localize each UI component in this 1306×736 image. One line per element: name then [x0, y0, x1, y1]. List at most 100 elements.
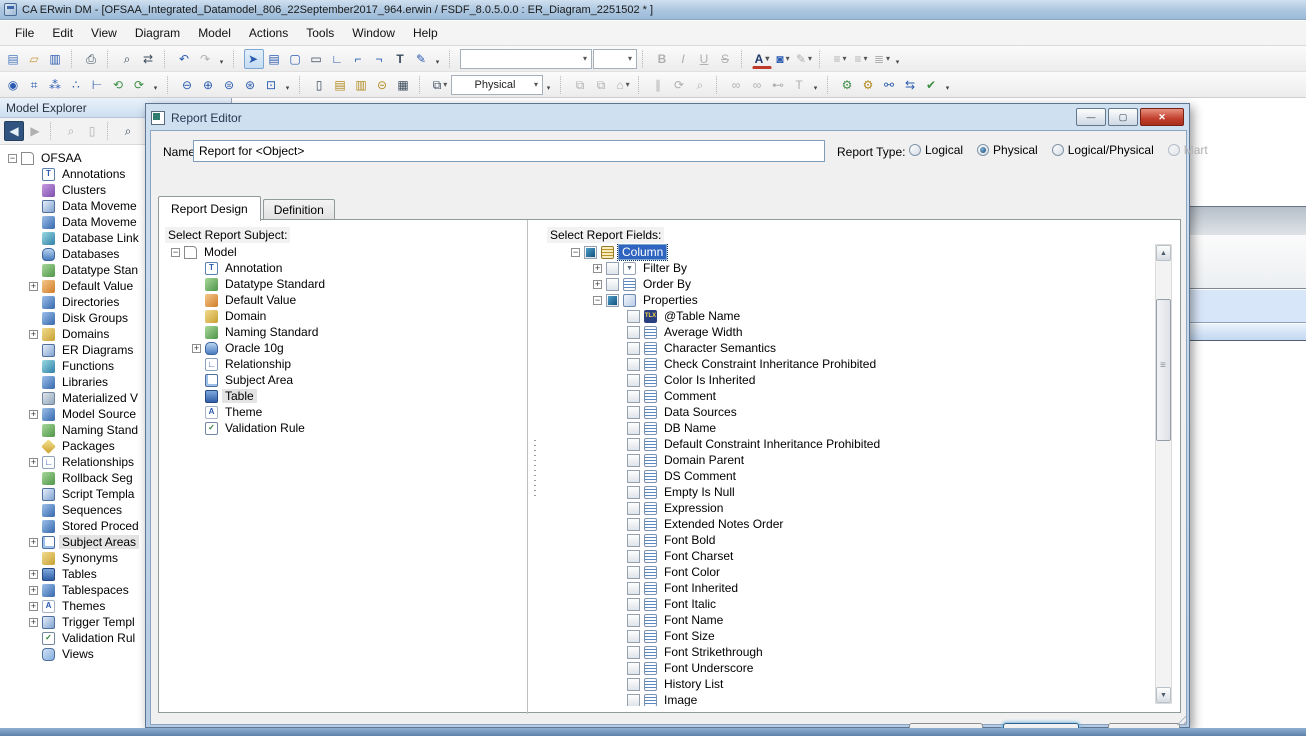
menu-item[interactable]: Help	[404, 23, 447, 43]
attribute-display-button[interactable]: ▤	[331, 75, 351, 95]
explorer-back-button[interactable]: ◀	[4, 121, 24, 141]
toolbar-overflow[interactable]: ▾	[943, 75, 954, 95]
undo-button[interactable]: ↶	[175, 49, 195, 69]
tree-item-data-sources[interactable]: Data Sources	[547, 404, 1153, 420]
maximize-button[interactable]: ▢	[1108, 108, 1138, 126]
display-level-button[interactable]: ⧉ ▾	[430, 75, 450, 95]
tree-expander[interactable]: +	[192, 343, 201, 353]
orthogonal-layout-button[interactable]: ∴	[67, 75, 87, 95]
sync-button[interactable]: ⟳	[670, 75, 690, 95]
tree-expander[interactable]: −	[593, 295, 602, 305]
tree-item-history-list[interactable]: History List	[547, 676, 1153, 692]
tree-checkbox[interactable]	[627, 485, 640, 499]
format-painter-button[interactable]: ✎	[412, 49, 432, 69]
tree-item-ds-comment[interactable]: DS Comment	[547, 468, 1153, 484]
tree-item-subject-area[interactable]: Subject Area	[163, 372, 523, 388]
toolbar-overflow[interactable]: ▾	[283, 75, 294, 95]
db-sync-button[interactable]: ⇆	[901, 75, 921, 95]
tree-item-relationship[interactable]: Relationship	[163, 356, 523, 372]
explorer-find-button[interactable]: ⌕	[118, 121, 138, 141]
tree-item-default-constraint-inheritance-prohibited[interactable]: Default Constraint Inheritance Prohibite…	[547, 436, 1153, 452]
tree-expander[interactable]: −	[8, 153, 17, 163]
tree-expander[interactable]: +	[29, 457, 38, 467]
tree-checkbox[interactable]	[627, 501, 640, 515]
find-replace-button[interactable]: ⇄	[139, 49, 159, 69]
menu-item[interactable]: Diagram	[126, 23, 189, 43]
toolbar-overflow[interactable]: ▾	[433, 49, 444, 69]
tree-item-annotation[interactable]: T Annotation	[163, 260, 523, 276]
tree-expander[interactable]: +	[29, 329, 38, 339]
tree-item-default-value[interactable]: Default Value	[163, 292, 523, 308]
forward-engineer-button[interactable]: ⧉	[571, 75, 591, 95]
bold-button[interactable]: B	[653, 49, 673, 69]
report-name-input[interactable]	[193, 140, 825, 162]
tree-checkbox[interactable]	[627, 373, 640, 387]
toolbar-overflow[interactable]: ▾	[544, 75, 555, 95]
underline-button[interactable]: U	[695, 49, 715, 69]
tree-item-extended-notes-order[interactable]: Extended Notes Order	[547, 516, 1153, 532]
tree-item-font-strikethrough[interactable]: Font Strikethrough	[547, 644, 1153, 660]
tree-item-font-bold[interactable]: Font Bold	[547, 532, 1153, 548]
zoom-fit-button[interactable]: ⊛	[241, 75, 261, 95]
toolbar-overflow[interactable]: ▾	[217, 49, 228, 69]
tree-item-font-italic[interactable]: Font Italic	[547, 596, 1153, 612]
line-color-button[interactable]: ✎ ▾	[794, 49, 814, 69]
tab-report-design[interactable]: Report Design	[158, 196, 261, 221]
tree-expander[interactable]: +	[593, 279, 602, 289]
zoom-percent-button[interactable]: ⊜	[220, 75, 240, 95]
tree-checkbox[interactable]	[627, 693, 640, 706]
radio-mart[interactable]: Mart	[1167, 143, 1208, 157]
tree-expander[interactable]: +	[29, 617, 38, 627]
italic-button[interactable]: I	[674, 49, 694, 69]
tree-item-expression[interactable]: Expression	[547, 500, 1153, 516]
tree-layout-button[interactable]: ⊢	[88, 75, 108, 95]
tree-checkbox[interactable]	[627, 405, 640, 419]
fields-scrollbar[interactable]: ▲ ▼	[1155, 244, 1172, 704]
tree-checkbox[interactable]	[606, 277, 619, 291]
layout-undo-button[interactable]: ⟲	[109, 75, 129, 95]
radio-logical[interactable]: Logical	[909, 143, 963, 157]
layout-redo-button[interactable]: ⟳	[130, 75, 150, 95]
tree-item-table-name[interactable]: TLX @Table Name	[547, 308, 1153, 324]
menu-item[interactable]: Model	[189, 23, 240, 43]
line-width-button[interactable]: ≡ ▾	[830, 49, 850, 69]
toolbar-overflow[interactable]: ▾	[893, 49, 904, 69]
tree-expander[interactable]: −	[571, 247, 580, 257]
tree-checkbox[interactable]	[627, 661, 640, 675]
tree-item-datatype-standard[interactable]: Datatype Standard	[163, 276, 523, 292]
tree-checkbox[interactable]	[627, 469, 640, 483]
model-check-button[interactable]: ⚙	[859, 75, 879, 95]
tree-checkbox[interactable]	[627, 421, 640, 435]
review-button[interactable]: ⌕	[691, 75, 711, 95]
text-format-button[interactable]: T	[790, 75, 810, 95]
close-button[interactable]: ✕	[1140, 108, 1184, 126]
tree-expander[interactable]: +	[29, 537, 38, 547]
strikethrough-button[interactable]: S	[716, 49, 736, 69]
text-block-tool-button[interactable]: T	[391, 49, 411, 69]
tree-checkbox[interactable]	[627, 597, 640, 611]
tree-item-domain-parent[interactable]: Domain Parent	[547, 452, 1153, 468]
circular-layout-button[interactable]: ◉	[4, 75, 24, 95]
menu-item[interactable]: Actions	[240, 23, 297, 43]
tree-item-order-by[interactable]: + Order By	[547, 276, 1153, 292]
many-to-many-relationship-tool-button[interactable]: ¬	[370, 49, 390, 69]
explorer-delete-button[interactable]: ▯	[82, 121, 102, 141]
tree-item-domain[interactable]: Domain	[163, 308, 523, 324]
tree-item-check-constraint-inheritance-prohibited[interactable]: Check Constraint Inheritance Prohibited	[547, 356, 1153, 372]
tree-item-font-color[interactable]: Font Color	[547, 564, 1153, 580]
tree-checkbox[interactable]	[627, 565, 640, 579]
tree-expander[interactable]: −	[171, 247, 180, 257]
tree-item-naming-standard[interactable]: Naming Standard	[163, 324, 523, 340]
sql-validate-button[interactable]: ✔	[922, 75, 942, 95]
tree-item-db-name[interactable]: DB Name	[547, 420, 1153, 436]
tree-item-average-width[interactable]: Average Width	[547, 324, 1153, 340]
fill-color-button[interactable]: ◙ ▾	[773, 49, 793, 69]
tree-item-font-charset[interactable]: Font Charset	[547, 548, 1153, 564]
tree-checkbox[interactable]	[627, 325, 640, 339]
explorer-forward-button[interactable]: ▶	[25, 121, 45, 141]
tree-checkbox[interactable]	[627, 453, 640, 467]
open-model-button[interactable]: ▱	[25, 49, 45, 69]
tree-checkbox[interactable]	[627, 645, 640, 659]
font-color-button[interactable]: A ▾	[752, 51, 772, 69]
network-layout-button[interactable]: ⁂	[46, 75, 66, 95]
